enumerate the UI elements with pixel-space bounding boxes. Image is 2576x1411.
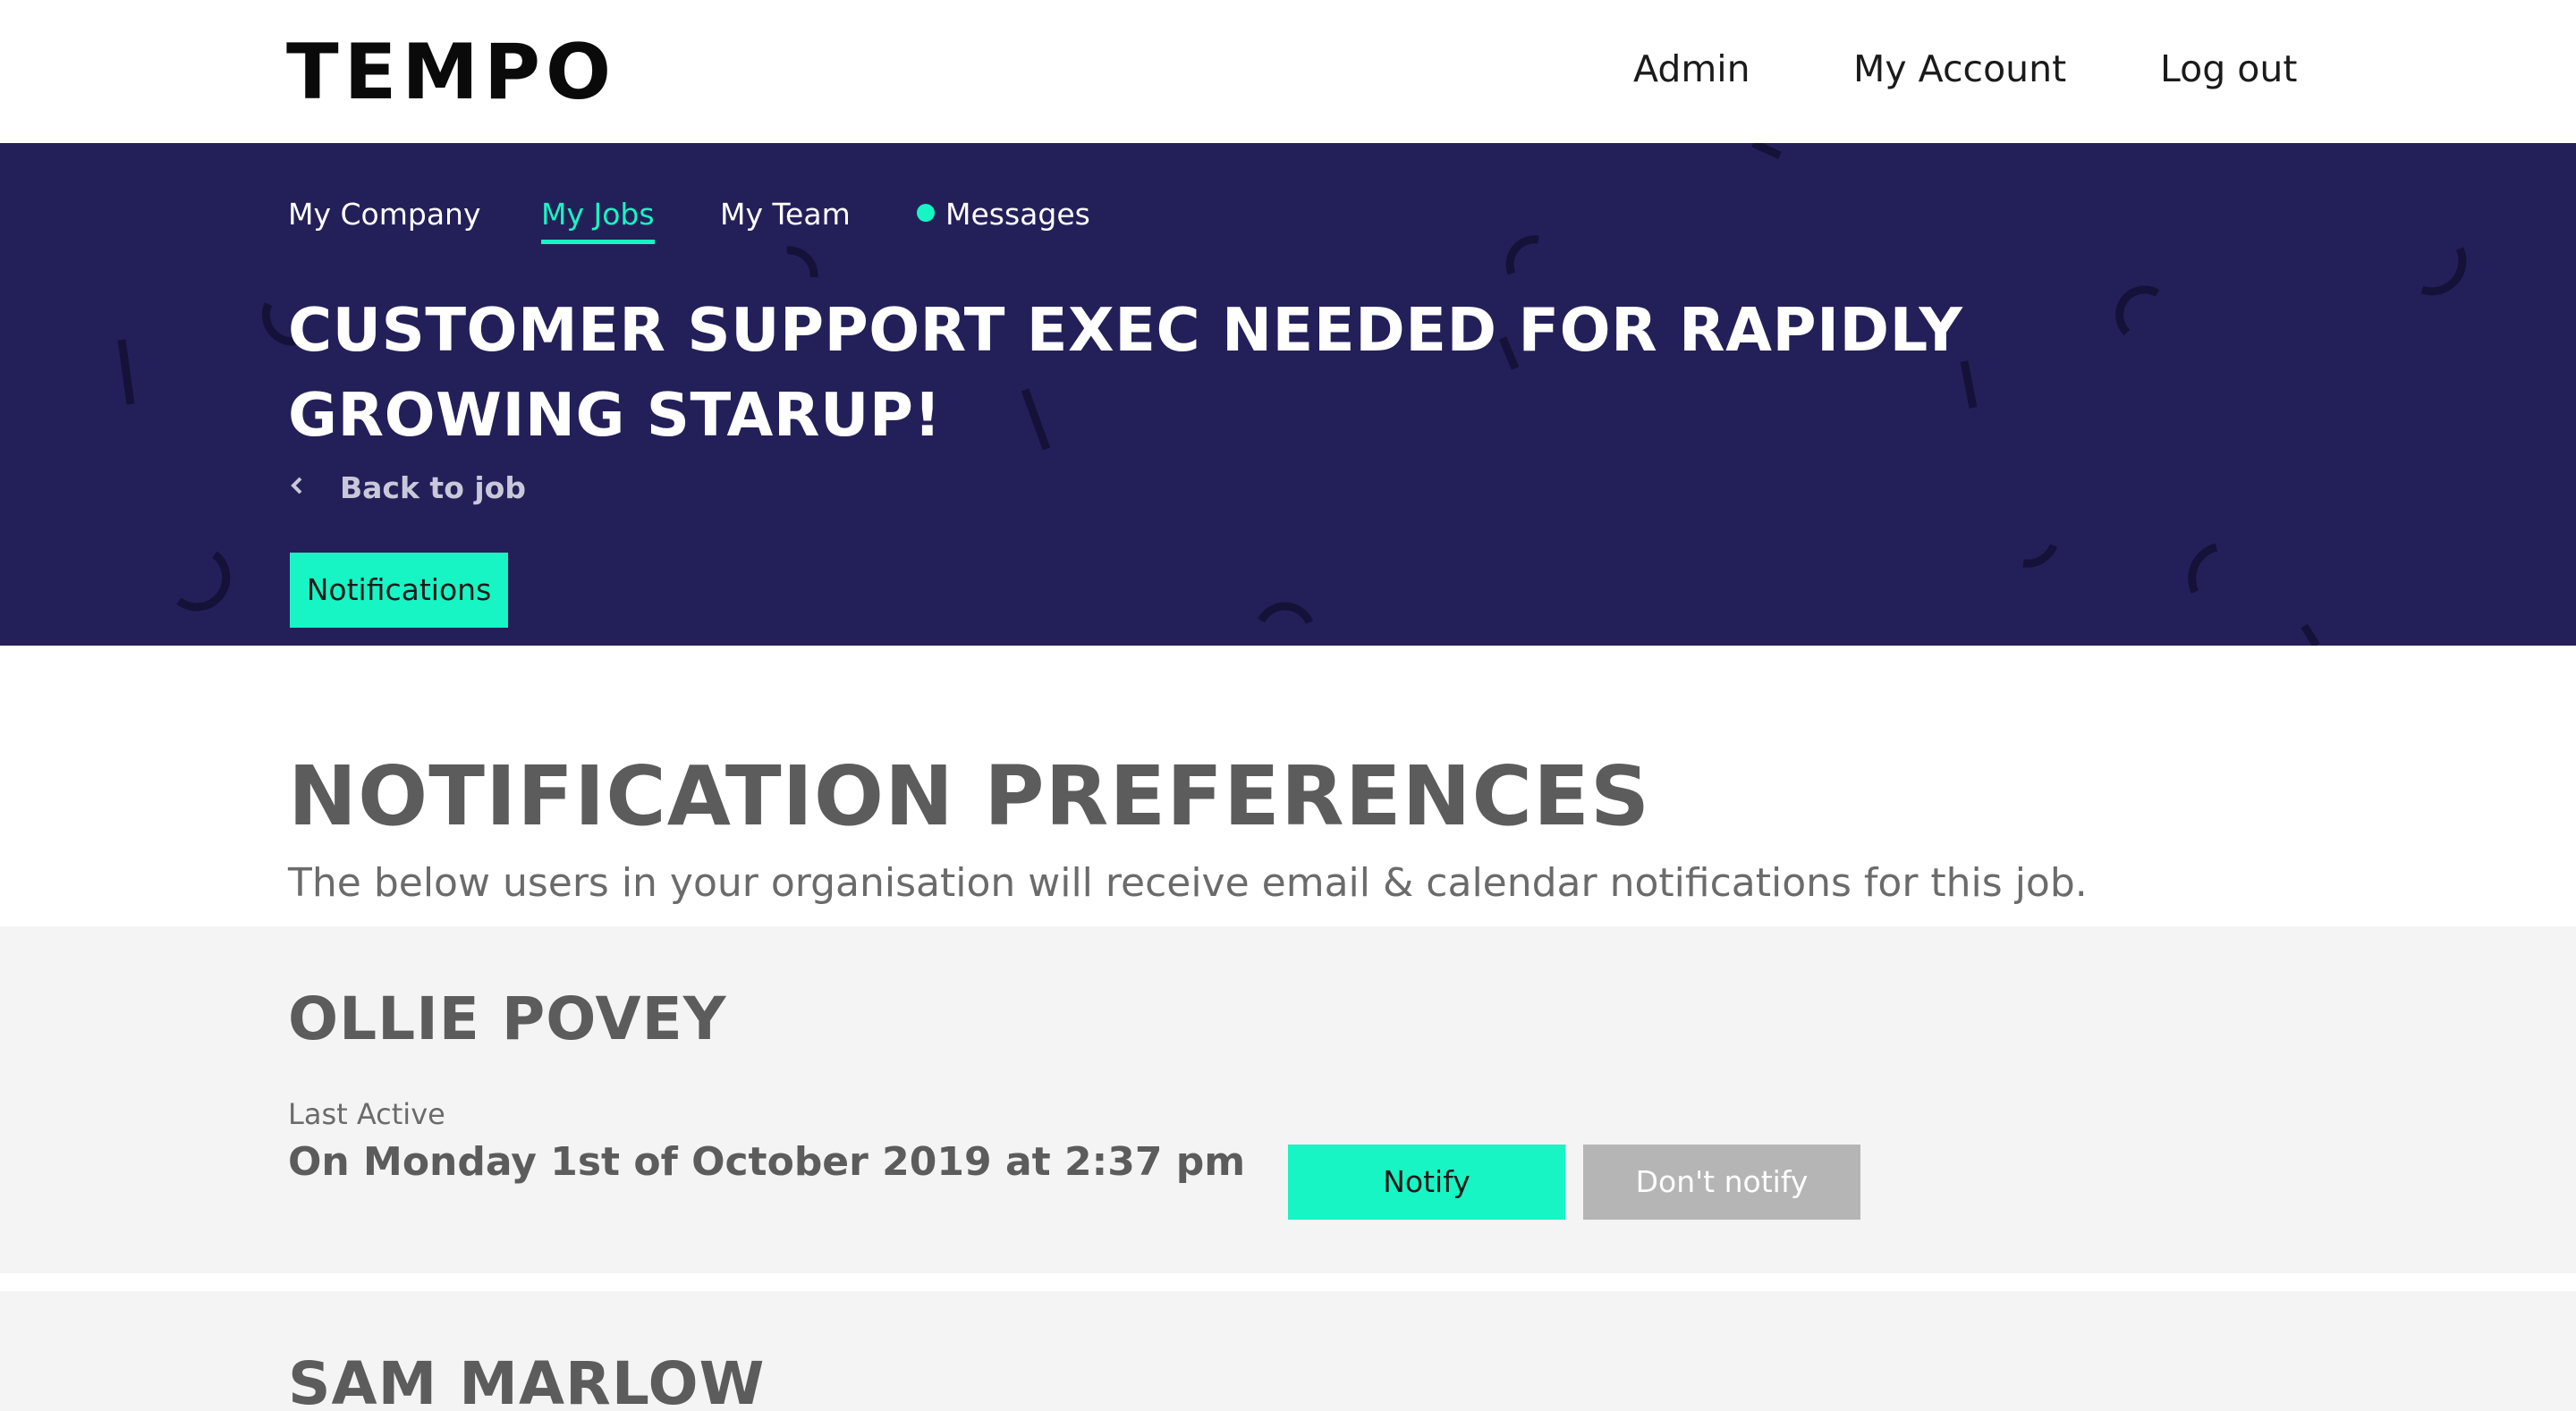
active-tab-indicator [541,240,655,244]
user-card: OLLIE POVEY Last Active On Monday 1st of… [0,926,2576,1273]
back-to-job-link[interactable]: Back to job [288,469,526,508]
unread-dot-icon [917,204,935,222]
page-title: NOTIFICATION PREFERENCES [288,748,1651,844]
user-name: SAM MARLOW [288,1349,766,1411]
last-active-value: On Monday 1st of October 2019 at 2:37 pm [288,1139,1246,1185]
top-header: TEMPO Admin My Account Log out [0,0,2576,143]
tempo-logo[interactable]: TEMPO [286,34,616,111]
dont-notify-button[interactable]: Don't notify [1583,1145,1860,1220]
notify-button[interactable]: Notify [1288,1145,1565,1220]
tab-messages-label: Messages [945,197,1090,232]
tab-my-team[interactable]: My Team [720,195,851,234]
nav-log-out-link[interactable]: Log out [2160,46,2297,91]
job-title: CUSTOMER SUPPORT EXEC NEEDED FOR RAPIDLY… [288,295,1963,450]
tab-my-jobs[interactable]: My Jobs [541,195,655,244]
job-hero-banner: My Company My Jobs My Team Messages CUST… [0,143,2576,646]
nav-my-account-link[interactable]: My Account [1853,46,2066,91]
tab-my-jobs-label: My Jobs [541,197,655,232]
back-to-job-label: Back to job [340,470,526,505]
last-active-label: Last Active [288,1097,445,1131]
user-name: OLLIE POVEY [288,984,727,1053]
user-card: SAM MARLOW [0,1291,2576,1411]
nav-admin-link[interactable]: Admin [1633,46,1750,91]
page-subtitle: The below users in your organisation wil… [288,860,2088,906]
notifications-button[interactable]: Notifications [290,553,508,628]
chevron-left-icon [288,469,320,508]
tab-my-company[interactable]: My Company [288,195,480,234]
tab-messages[interactable]: Messages [917,195,1090,234]
